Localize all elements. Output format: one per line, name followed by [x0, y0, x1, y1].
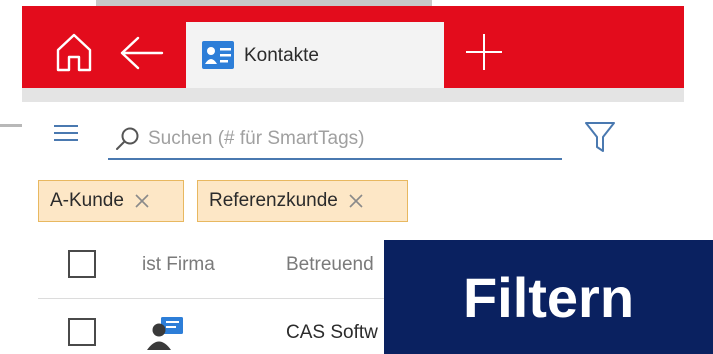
column-header-ist-firma[interactable]: ist Firma	[142, 254, 215, 276]
row-company-name[interactable]: CAS Softw	[286, 322, 386, 344]
add-tab-button[interactable]	[462, 30, 506, 74]
close-icon[interactable]	[348, 193, 364, 209]
backdrop-dash	[0, 124, 22, 127]
arrow-left-icon	[120, 36, 164, 70]
close-icon[interactable]	[134, 193, 150, 209]
filter-funnel-icon	[585, 122, 615, 152]
backdrop-divider	[22, 88, 684, 102]
tab-label: Kontakte	[244, 45, 319, 66]
filter-chip-a-kunde: A-Kunde	[38, 180, 184, 222]
filter-button[interactable]	[584, 120, 616, 154]
search-icon	[116, 127, 139, 150]
tab-kontakte[interactable]: Kontakte	[186, 22, 444, 88]
top-app-bar: Kontakte	[22, 6, 684, 88]
search-bar[interactable]	[108, 118, 562, 160]
contacts-card-icon	[202, 41, 234, 69]
caption-overlay: Filtern	[384, 240, 713, 354]
chip-label: Referenzkunde	[209, 190, 338, 211]
menu-button[interactable]	[52, 122, 80, 144]
select-all-checkbox[interactable]	[68, 250, 96, 278]
chip-label: A-Kunde	[50, 190, 124, 211]
row-checkbox[interactable]	[68, 318, 96, 346]
back-button[interactable]	[118, 36, 164, 70]
caption-text: Filtern	[462, 265, 635, 329]
search-input[interactable]	[148, 126, 548, 152]
filter-chip-referenzkunde: Referenzkunde	[197, 180, 408, 222]
home-icon	[56, 33, 92, 72]
contact-person-icon	[147, 317, 183, 350]
hamburger-menu-icon	[54, 125, 78, 141]
home-button[interactable]	[52, 30, 96, 74]
plus-icon	[466, 34, 502, 70]
row-divider	[38, 298, 384, 299]
column-header-betreuend[interactable]: Betreuend	[286, 254, 386, 276]
